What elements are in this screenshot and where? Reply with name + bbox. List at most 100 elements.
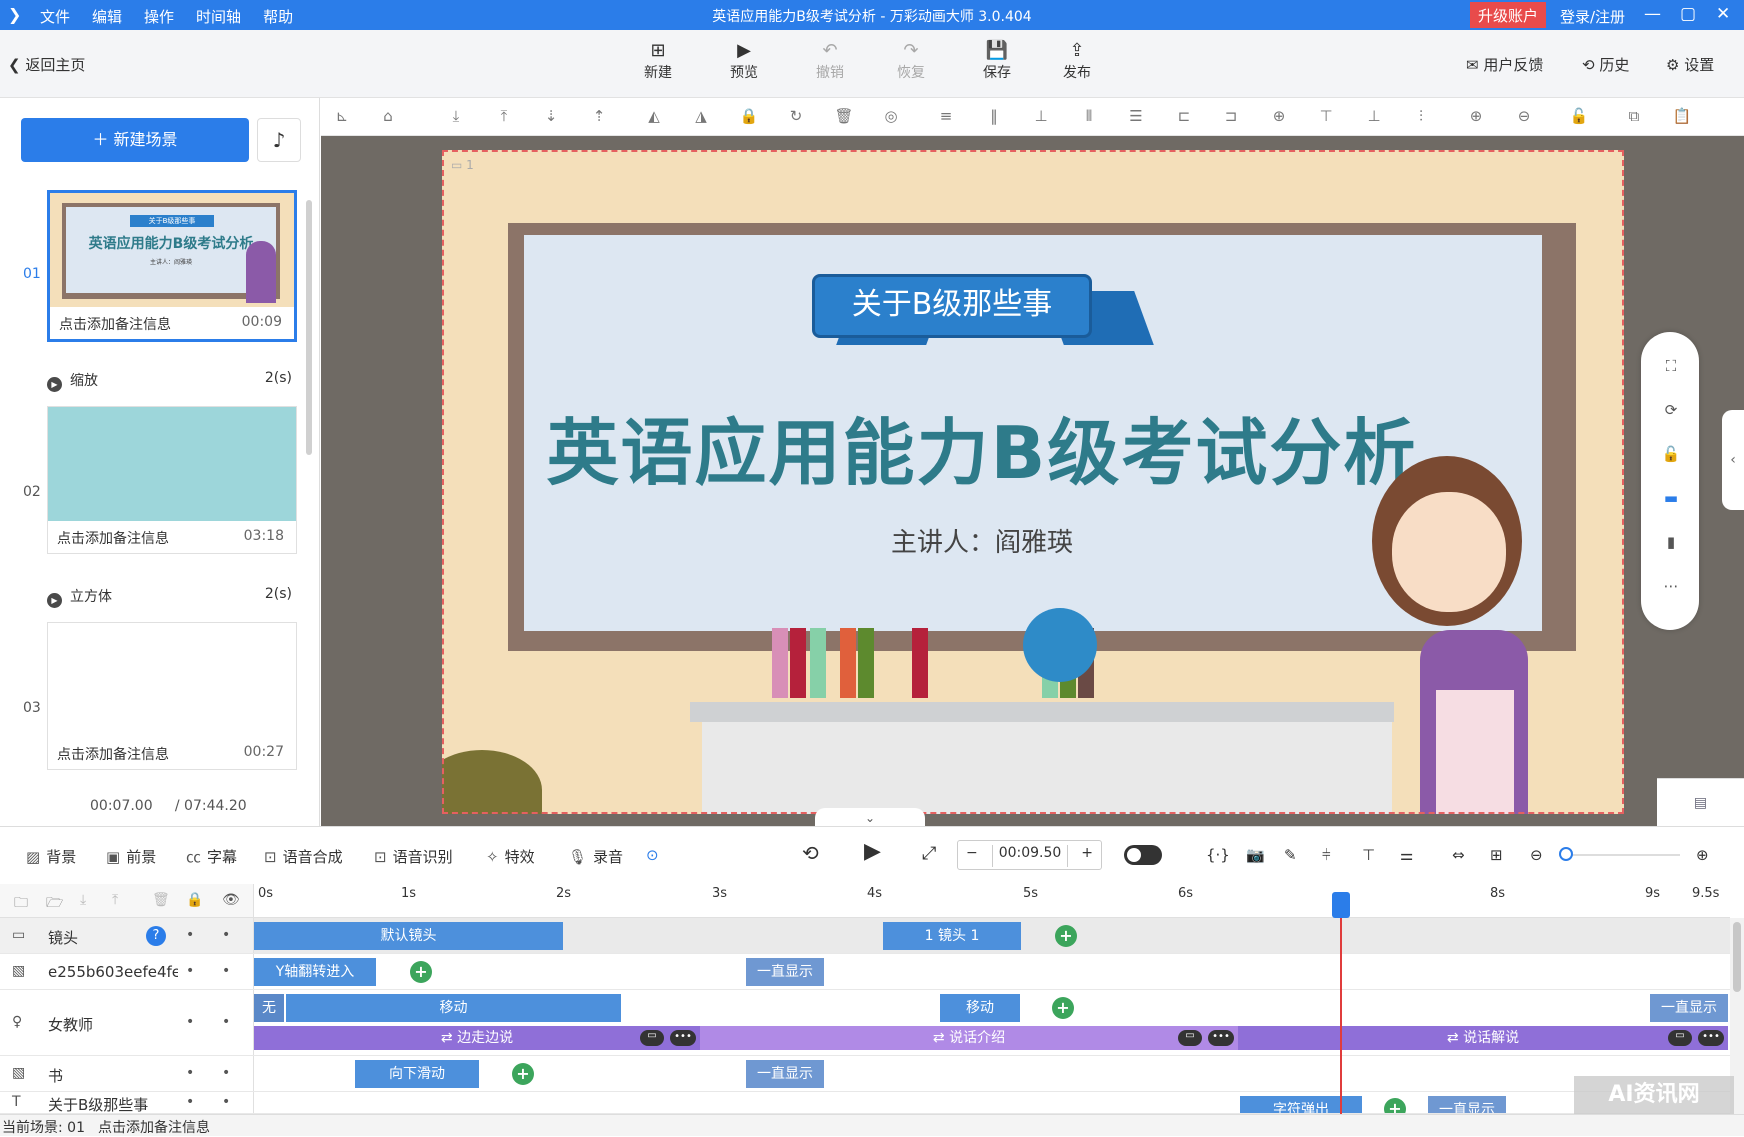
align-base-icon[interactable]: ⊥ xyxy=(1363,105,1385,127)
fit-width-icon[interactable]: ⇔ xyxy=(1452,846,1465,864)
track-dot[interactable]: • xyxy=(222,963,230,979)
menu-edit[interactable]: 编辑 xyxy=(92,6,122,27)
track-dot[interactable]: • xyxy=(186,1014,194,1030)
distribute-h-icon[interactable]: ⫴ xyxy=(1078,105,1100,127)
clip-move[interactable]: 移动 xyxy=(286,994,621,1022)
menu-file[interactable]: 文件 xyxy=(40,6,70,27)
track-dot[interactable]: • xyxy=(186,1065,194,1081)
delete-icon[interactable]: 🗑 xyxy=(152,892,170,908)
clip-talk-intro[interactable]: ⇄ 说话介绍 xyxy=(700,1026,1238,1050)
track-dot[interactable]: • xyxy=(186,1094,194,1110)
menu-help[interactable]: 帮助 xyxy=(263,6,293,27)
track-dot[interactable]: • xyxy=(222,927,230,943)
move-up-icon[interactable]: ⇡ xyxy=(588,105,610,127)
scene-card-1[interactable]: 关于B级那些事 英语应用能力B级考试分析 主讲人：阎雅瑛 点击添加备注信息 00:… xyxy=(47,190,297,342)
flip-vertical-icon[interactable]: ◮ xyxy=(690,105,712,127)
menu-operate[interactable]: 操作 xyxy=(144,6,174,27)
add-keyframe-icon[interactable]: + xyxy=(410,961,432,983)
feedback-button[interactable]: ✉ 用户反馈 xyxy=(1466,54,1543,75)
clip-slide-down[interactable]: 向下滑动 xyxy=(355,1060,479,1088)
clip-move[interactable]: 移动 xyxy=(940,994,1020,1022)
canvas-title[interactable]: 英语应用能力B级考试分析 xyxy=(532,394,1432,499)
track-teacher[interactable]: ♀ 女教师 • • 无 移动 移动 + 一直显示 ⇄ 边走边说 ▭ ••• ⇄ … xyxy=(0,990,1730,1056)
time-decrease-button[interactable]: − xyxy=(966,845,978,861)
globe[interactable] xyxy=(1023,608,1097,682)
camera-snapshot-icon[interactable]: 📷 xyxy=(1246,846,1265,864)
zoom-slider-knob[interactable] xyxy=(1559,847,1573,861)
align-vertical-icon[interactable]: ‖ xyxy=(983,105,1005,127)
home-icon[interactable]: ⌂ xyxy=(377,105,399,127)
effects-button[interactable]: ✧ 特效 xyxy=(486,846,535,867)
canvas-ribbon[interactable]: 关于B级那些事 xyxy=(812,274,1092,338)
align-bottom-icon[interactable]: ⊥ xyxy=(1030,105,1052,127)
book[interactable] xyxy=(912,628,928,698)
music-button[interactable]: ♪ xyxy=(257,118,301,162)
move-bottom-icon[interactable]: ⤓ xyxy=(445,105,467,127)
scene-canvas[interactable]: 关于B级那些事 英语应用能力B级考试分析 主讲人：阎雅瑛 xyxy=(442,150,1624,814)
zoom-in-icon[interactable]: ⊕ xyxy=(1465,105,1487,127)
book[interactable] xyxy=(858,628,874,698)
clip-always-show[interactable]: 一直显示 xyxy=(746,958,824,986)
track-dot[interactable]: • xyxy=(222,1014,230,1030)
lock-icon[interactable]: 🔓 xyxy=(1661,444,1681,464)
clip-default-camera[interactable]: 默认镜头 xyxy=(254,922,563,950)
rotate-icon[interactable]: ↻ xyxy=(785,105,807,127)
clip-y-flip[interactable]: Y轴翻转进入 xyxy=(254,958,376,986)
right-panel-toggle[interactable]: ‹ xyxy=(1722,410,1744,510)
more-icon[interactable]: ••• xyxy=(1698,1030,1724,1046)
add-keyframe-icon[interactable]: + xyxy=(1384,1098,1406,1113)
publish-button[interactable]: ⇪ 发布 xyxy=(1047,40,1107,82)
book[interactable] xyxy=(840,628,856,698)
save-button[interactable]: 💾 保存 xyxy=(967,40,1027,82)
filter-icon[interactable]: ⊤ xyxy=(1362,846,1375,864)
close-icon[interactable]: ✕ xyxy=(1716,4,1730,24)
scene-note-1[interactable]: 点击添加备注信息 xyxy=(59,314,171,334)
tts-button[interactable]: ⊡ 语音合成 xyxy=(264,846,343,867)
time-input[interactable]: − 00:09.50 + xyxy=(957,840,1102,870)
time-ruler[interactable]: 0s 1s 2s 3s 4s 5s 6s 8s 9s 9.5s xyxy=(254,884,1730,918)
collapse-panel-button[interactable]: ⌄ xyxy=(815,808,925,828)
clip-always-show[interactable]: 一直显示 xyxy=(1650,994,1728,1022)
add-keyframe-icon[interactable]: + xyxy=(512,1063,534,1085)
transition-1[interactable]: ▶ 缩放 2(s) xyxy=(47,370,292,392)
align-right-icon[interactable]: ⊐ xyxy=(1220,105,1242,127)
history-button[interactable]: ⟲ 历史 xyxy=(1582,54,1629,75)
move-down-icon[interactable]: ⤓ xyxy=(80,892,86,908)
add-keyframe-icon[interactable]: + xyxy=(1052,997,1074,1019)
track-dot[interactable]: • xyxy=(186,963,194,979)
clip-none[interactable]: 无 xyxy=(254,994,284,1022)
playhead-handle[interactable] xyxy=(1332,892,1350,918)
more-icon[interactable]: ⋯ xyxy=(1661,576,1681,596)
more-icon[interactable]: ••• xyxy=(1208,1030,1234,1046)
track-dot[interactable]: • xyxy=(222,1094,230,1110)
speech-icon[interactable]: ▭ xyxy=(1668,1030,1692,1046)
book[interactable] xyxy=(790,628,806,698)
phone-icon[interactable]: ▮ xyxy=(1661,532,1681,552)
fullscreen-icon[interactable]: ⤢ xyxy=(922,843,936,864)
timeline-play-icon[interactable]: ▶ xyxy=(864,839,881,864)
move-top-icon[interactable]: ⤒ xyxy=(493,105,515,127)
scene-card-3[interactable]: 点击添加备注信息 00:27 xyxy=(47,622,297,770)
undo-button[interactable]: ↶ 撤销 xyxy=(800,40,860,82)
zoom-slider-track[interactable] xyxy=(1568,854,1680,856)
copy-icon[interactable]: ⧉ xyxy=(1623,105,1645,127)
track-dot[interactable]: • xyxy=(186,927,194,943)
zoom-in-icon[interactable]: ⊕ xyxy=(1696,846,1709,864)
timeline-scrollbar-thumb[interactable] xyxy=(1733,922,1741,992)
help-icon[interactable]: ? xyxy=(146,926,166,946)
split-icon[interactable]: ⫩ xyxy=(1322,846,1331,864)
upgrade-button[interactable]: 升级账户 xyxy=(1470,2,1547,28)
sidebar-scrollbar[interactable] xyxy=(306,200,312,455)
book[interactable] xyxy=(810,628,826,698)
plant[interactable] xyxy=(442,750,542,814)
login-link[interactable]: 登录/注册 xyxy=(1560,6,1625,27)
eye-icon[interactable]: 👁 xyxy=(222,892,240,908)
canvas-speaker[interactable]: 主讲人：阎雅瑛 xyxy=(532,522,1432,559)
zoom-out-icon[interactable]: ⊖ xyxy=(1530,846,1543,864)
focus-icon[interactable]: ◎ xyxy=(880,105,902,127)
track-camera[interactable]: ▭ 镜头 ? • • 默认镜头 1 镜头 1 + xyxy=(0,918,1730,954)
adjust-icon[interactable]: ⚌ xyxy=(1400,846,1413,864)
clip-always-show[interactable]: 一直显示 xyxy=(746,1060,824,1088)
asr-button[interactable]: ⊡ 语音识别 xyxy=(374,846,453,867)
distribute-v-icon[interactable]: ☰ xyxy=(1125,105,1147,127)
